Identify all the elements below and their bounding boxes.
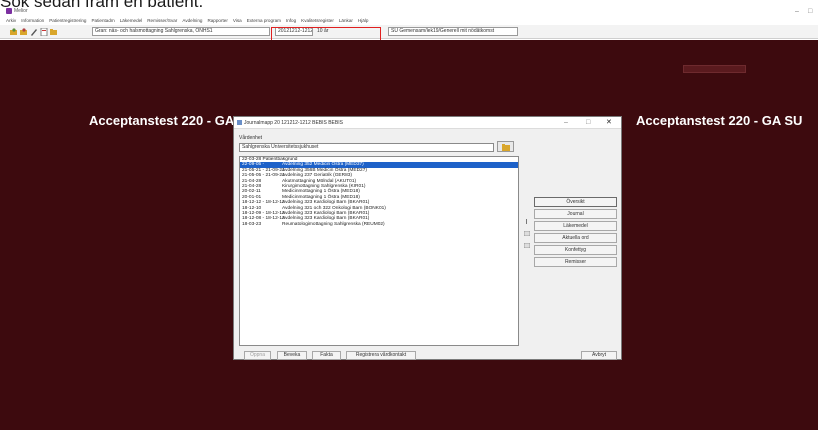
app-title: Melior: [14, 8, 28, 14]
journal-folder-dialog: Journalmapp 20 121212-1212 BEBIS BEBIS –…: [233, 116, 622, 360]
journal-entries-list[interactable]: 22-03-28 Patientbakgrund 22-09-05 - Avdel…: [239, 156, 519, 346]
workspace: Acceptanstest 220 - GA SU Acceptanstest …: [0, 40, 818, 430]
care-unit-label: Vårdenhet: [239, 135, 263, 141]
menu-arkiv[interactable]: Arkiv: [6, 17, 16, 25]
menu-lankar[interactable]: Länkar: [339, 17, 353, 25]
menu-remisser-svar[interactable]: Remisser/Svar: [147, 17, 177, 25]
folder-open-icon: [502, 144, 510, 151]
document-icon[interactable]: [40, 28, 48, 36]
medication-marker-icon: [523, 223, 531, 237]
dialog-icon: [237, 120, 242, 125]
menu-patientadm[interactable]: Patientadm: [91, 17, 114, 25]
patient-list-icon[interactable]: [20, 28, 28, 36]
app-titlebar: Melior – □: [0, 7, 818, 17]
overview-button[interactable]: Översikt: [534, 197, 617, 207]
user-role-field[interactable]: SU Gemensam/lek19/Generell mit nödåtkoms…: [388, 27, 518, 36]
dialog-maximize-button[interactable]: □: [586, 118, 590, 127]
patient-id-highlight: [271, 27, 381, 41]
cancel-button[interactable]: Avbryt: [581, 351, 617, 360]
app-window: Melior – □ Arkiv Information Patientregi…: [0, 7, 818, 430]
konfettyg-button[interactable]: Konfettyg: [534, 245, 617, 255]
toolbar: Gran: näs- och halsmottagning Sahlgrensk…: [0, 25, 818, 39]
journal-button[interactable]: Journal: [534, 209, 617, 219]
menu-patientregistrering[interactable]: Patientregistrering: [49, 17, 86, 25]
menu-bar: Arkiv Information Patientregistrering Pa…: [0, 17, 818, 25]
beveka-button[interactable]: Beveka: [277, 351, 307, 360]
dialog-minimize-button[interactable]: –: [564, 118, 568, 127]
menu-infog[interactable]: Infog: [286, 17, 296, 25]
dialog-close-button[interactable]: ✕: [606, 118, 612, 127]
care-unit-input[interactable]: Sahlgrenska Universitetssjukhuset: [239, 143, 494, 152]
journal-marker-icon: [524, 211, 530, 224]
referrals-button[interactable]: Remisser: [534, 257, 617, 267]
current-orders-marker-icon: [523, 235, 531, 249]
menu-externa-program[interactable]: Externa program: [247, 17, 281, 25]
menu-information[interactable]: Information: [21, 17, 44, 25]
menu-rapporter[interactable]: Rapporter: [207, 17, 227, 25]
maximize-button[interactable]: □: [808, 7, 812, 16]
menu-kvalitetsregister[interactable]: Kvalitetsregister: [301, 17, 334, 25]
browse-care-unit-button[interactable]: [497, 141, 514, 152]
facts-button[interactable]: Fakta: [312, 351, 341, 360]
menu-avdelning[interactable]: Avdelning: [182, 17, 202, 25]
dialog-title: Journalmapp 20 121212-1212 BEBIS BEBIS: [244, 120, 343, 126]
menu-hjalp[interactable]: Hjälp: [358, 17, 368, 25]
dialog-titlebar: Journalmapp 20 121212-1212 BEBIS BEBIS –…: [234, 117, 621, 129]
register-care-contact-button[interactable]: Registrera vårdkontakt: [346, 351, 416, 360]
status-box: [683, 65, 746, 73]
list-item[interactable]: 18-03-23 Reumatologimottagning Sahlgrensk…: [240, 222, 518, 227]
minimize-button[interactable]: –: [795, 7, 799, 16]
environment-banner-right: Acceptanstest 220 - GA SU: [636, 113, 803, 128]
menu-visa[interactable]: Visa: [233, 17, 242, 25]
current-orders-button[interactable]: Aktuella ord: [534, 233, 617, 243]
care-unit-field[interactable]: Gran: näs- och halsmottagning Sahlgrensk…: [92, 27, 270, 36]
folder-icon[interactable]: [50, 28, 58, 36]
open-patient-icon[interactable]: [10, 28, 18, 36]
open-button[interactable]: Öppna: [244, 351, 271, 360]
environment-banner-left: Acceptanstest 220 - GA SU: [89, 113, 256, 128]
pen-icon[interactable]: [30, 28, 38, 36]
medication-button[interactable]: Läkemedel: [534, 221, 617, 231]
menu-lakemedel[interactable]: Läkemedel: [120, 17, 142, 25]
app-logo-icon: [6, 8, 12, 14]
